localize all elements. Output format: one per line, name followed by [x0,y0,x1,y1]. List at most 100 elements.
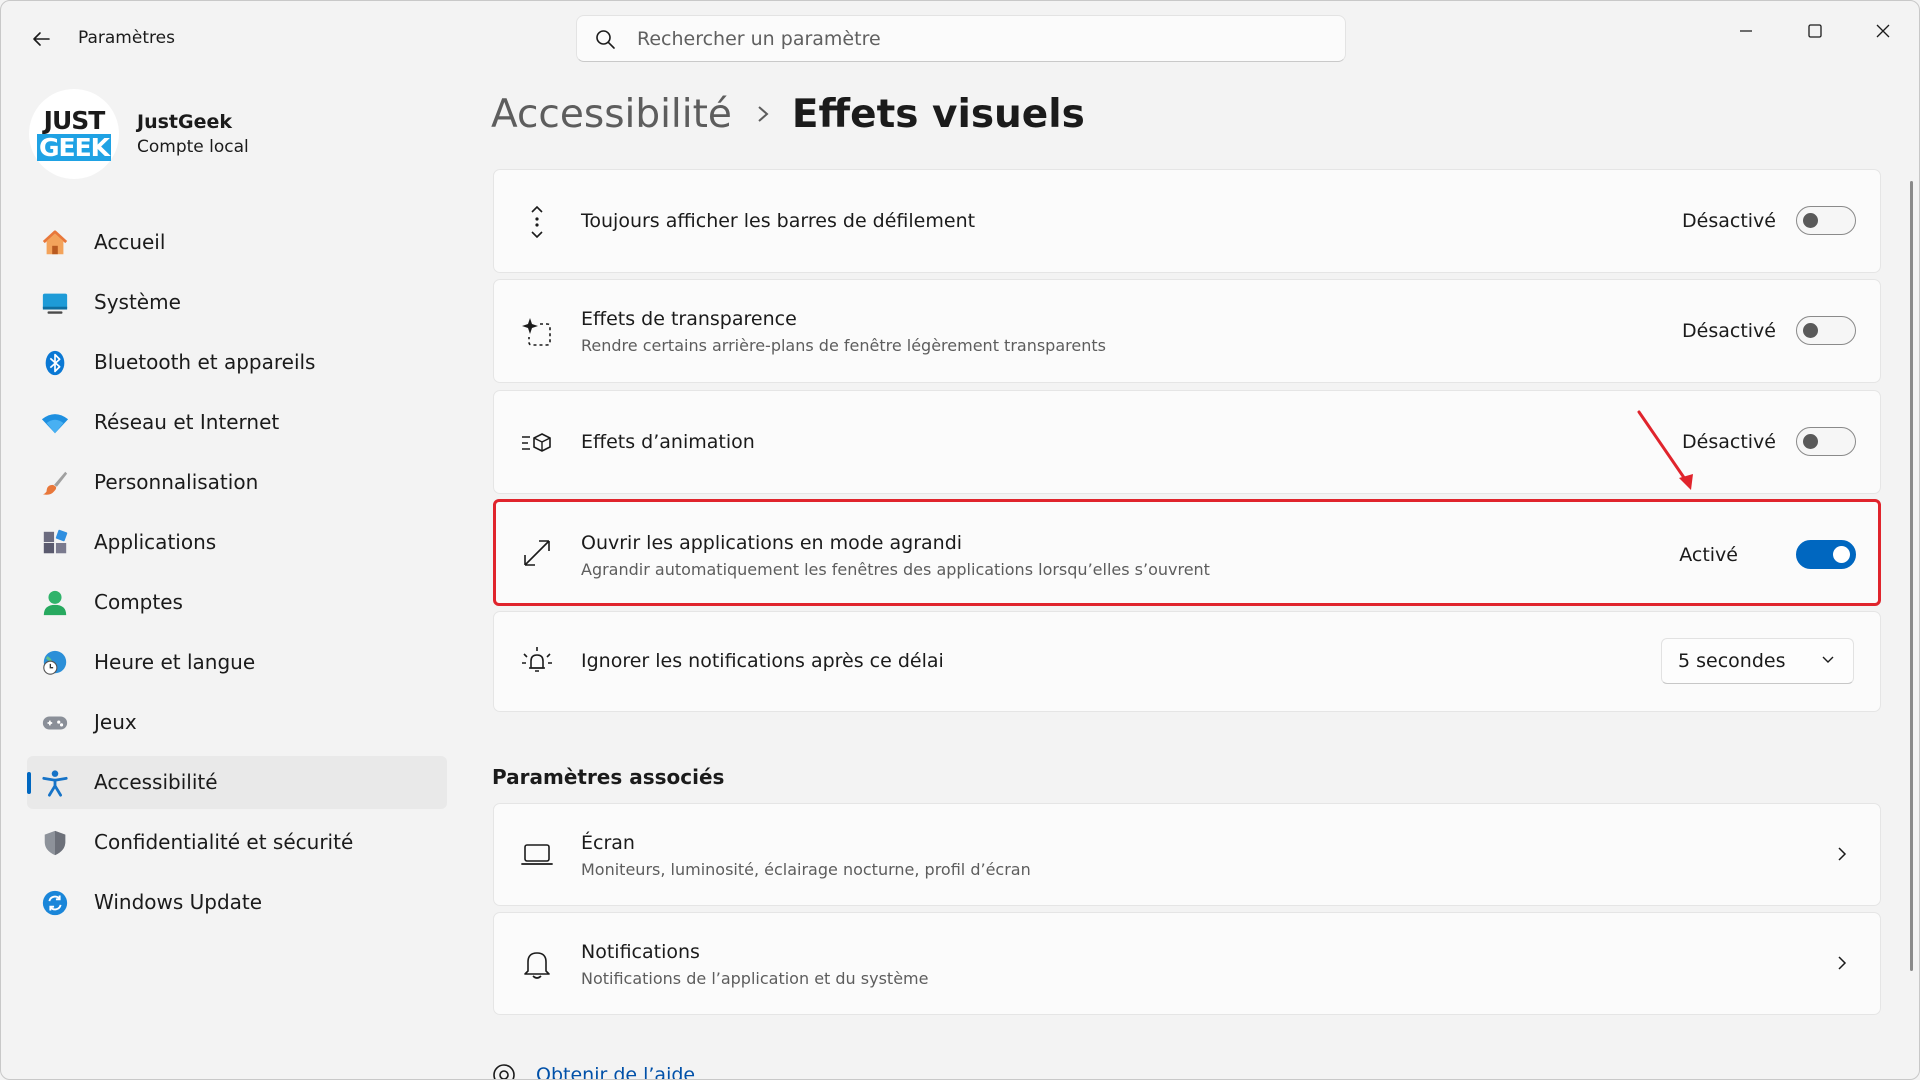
toggle-knob [1803,434,1818,449]
animation-icon [520,426,554,460]
minimize-icon [1740,30,1752,32]
expand-icon [520,536,554,570]
sidebar-item-systeme[interactable]: Système [27,276,447,329]
update-icon [41,889,69,917]
sidebar-item-label: Heure et langue [94,650,256,674]
search-box[interactable] [576,15,1346,62]
related-item-ecran[interactable]: Écran Moniteurs, luminosité, éclairage n… [493,803,1881,906]
related-subtitle: Moniteurs, luminosité, éclairage nocturn… [581,860,1031,879]
transparency-icon [520,315,554,349]
section-title-related: Paramètres associés [492,765,725,789]
minimize-button[interactable] [1716,11,1776,51]
page-title: Effets visuels [791,91,1085,137]
setting-title: Effets d’animation [581,431,755,453]
logo-bottom-text: GEEK [36,133,112,162]
maximize-icon [1808,24,1822,38]
chevron-right-icon [756,104,770,124]
related-item-notifications[interactable]: Notifications Notifications de l’applica… [493,912,1881,1015]
sidebar-item-label: Windows Update [94,890,263,914]
setting-subtitle: Rendre certains arrière-plans de fenêtre… [581,336,1106,355]
setting-transparency: Effets de transparence Rendre certains a… [493,279,1881,383]
bluetooth-icon [41,349,69,377]
sidebar-item-bluetooth[interactable]: Bluetooth et appareils [27,336,447,389]
toggle-knob [1803,213,1818,228]
sidebar-item-reseau[interactable]: Réseau et Internet [27,396,447,449]
search-icon [596,30,615,49]
sidebar-item-windows-update[interactable]: Windows Update [27,876,447,929]
accessibility-icon [41,769,69,797]
sidebar-item-confidentialite[interactable]: Confidentialité et sécurité [27,816,447,869]
bell-icon [520,947,554,981]
scroll-arrows-icon [520,205,554,239]
wifi-icon [41,409,69,437]
sidebar-item-heure[interactable]: Heure et langue [27,636,447,689]
gamepad-icon [41,709,69,737]
shield-icon [41,829,69,857]
setting-title: Toujours afficher les barres de défileme… [581,210,976,232]
open-maximized-toggle[interactable] [1796,540,1856,569]
setting-title: Effets de transparence [581,308,797,330]
help-link[interactable]: Obtenir de l’aide [536,1064,695,1079]
animation-toggle[interactable] [1796,427,1856,456]
close-button[interactable] [1853,11,1913,51]
sidebar-item-accessibilite[interactable]: Accessibilité [27,756,447,809]
sidebar-item-label: Accessibilité [94,770,218,794]
sidebar-item-label: Applications [94,530,217,554]
user-profile[interactable]: JUST GEEK JustGeek Compte local [29,89,429,181]
transparency-toggle[interactable] [1796,316,1856,345]
sidebar-nav: Accueil Système Bluetooth et appareils R… [27,216,447,936]
sidebar-item-label: Confidentialité et sécurité [94,830,354,854]
setting-notification-timeout: Ignorer les notifications après ce délai… [493,611,1881,712]
sidebar-item-label: Accueil [94,230,166,254]
settings-window: Paramètres JUST GEEK JustGeek Compte loc… [0,0,1920,1080]
avatar: JUST GEEK [29,89,119,179]
annotation-arrow-icon [1637,410,1693,490]
setting-title: Ignorer les notifications après ce délai [581,650,944,672]
close-icon [1876,24,1890,38]
title-bar: Paramètres [1,1,1919,77]
laptop-icon [520,838,554,872]
scrollbar[interactable] [1910,181,1913,971]
sidebar-item-label: Bluetooth et appareils [94,350,316,374]
profile-account-type: Compte local [137,137,249,157]
dropdown-selected-value: 5 secondes [1678,650,1786,672]
scrollbars-toggle[interactable] [1796,206,1856,235]
chevron-down-icon [1822,656,1834,663]
toggle-state-label: Activé [1679,544,1738,566]
setting-open-maximized: Ouvrir les applications en mode agrandi … [493,499,1881,606]
toggle-state-label: Désactivé [1682,210,1776,232]
related-subtitle: Notifications de l’application et du sys… [581,969,929,988]
chevron-right-icon [1838,956,1847,970]
sidebar-item-comptes[interactable]: Comptes [27,576,447,629]
sidebar-item-accueil[interactable]: Accueil [27,216,447,269]
related-title: Écran [581,832,635,854]
sidebar-item-label: Système [94,290,181,314]
sidebar-item-label: Comptes [94,590,183,614]
brush-icon [41,469,69,497]
sidebar-item-jeux[interactable]: Jeux [27,696,447,749]
profile-name: JustGeek [137,111,232,133]
breadcrumb-parent[interactable]: Accessibilité [491,92,732,137]
related-title: Notifications [581,941,700,963]
home-icon [41,229,69,257]
back-button[interactable] [23,21,59,57]
toggle-state-label: Désactivé [1682,320,1776,342]
sidebar-item-label: Jeux [94,710,137,734]
breadcrumb: Accessibilité Effets visuels [491,89,1085,139]
apps-icon [41,529,69,557]
sidebar-item-label: Réseau et Internet [94,410,280,434]
search-input[interactable] [637,24,1327,54]
setting-title: Ouvrir les applications en mode agrandi [581,532,963,554]
globe-clock-icon [41,649,69,677]
maximize-button[interactable] [1785,11,1845,51]
system-icon [41,289,69,317]
timeout-dropdown[interactable]: 5 secondes [1661,638,1854,684]
toggle-knob [1803,323,1818,338]
toggle-knob [1833,546,1850,563]
sidebar-item-applications[interactable]: Applications [27,516,447,569]
sidebar-item-label: Personnalisation [94,470,259,494]
sidebar-item-personnalisation[interactable]: Personnalisation [27,456,447,509]
chevron-right-icon [1838,847,1847,861]
notification-sun-icon [520,645,554,679]
help-row: Obtenir de l’aide [492,1063,695,1079]
